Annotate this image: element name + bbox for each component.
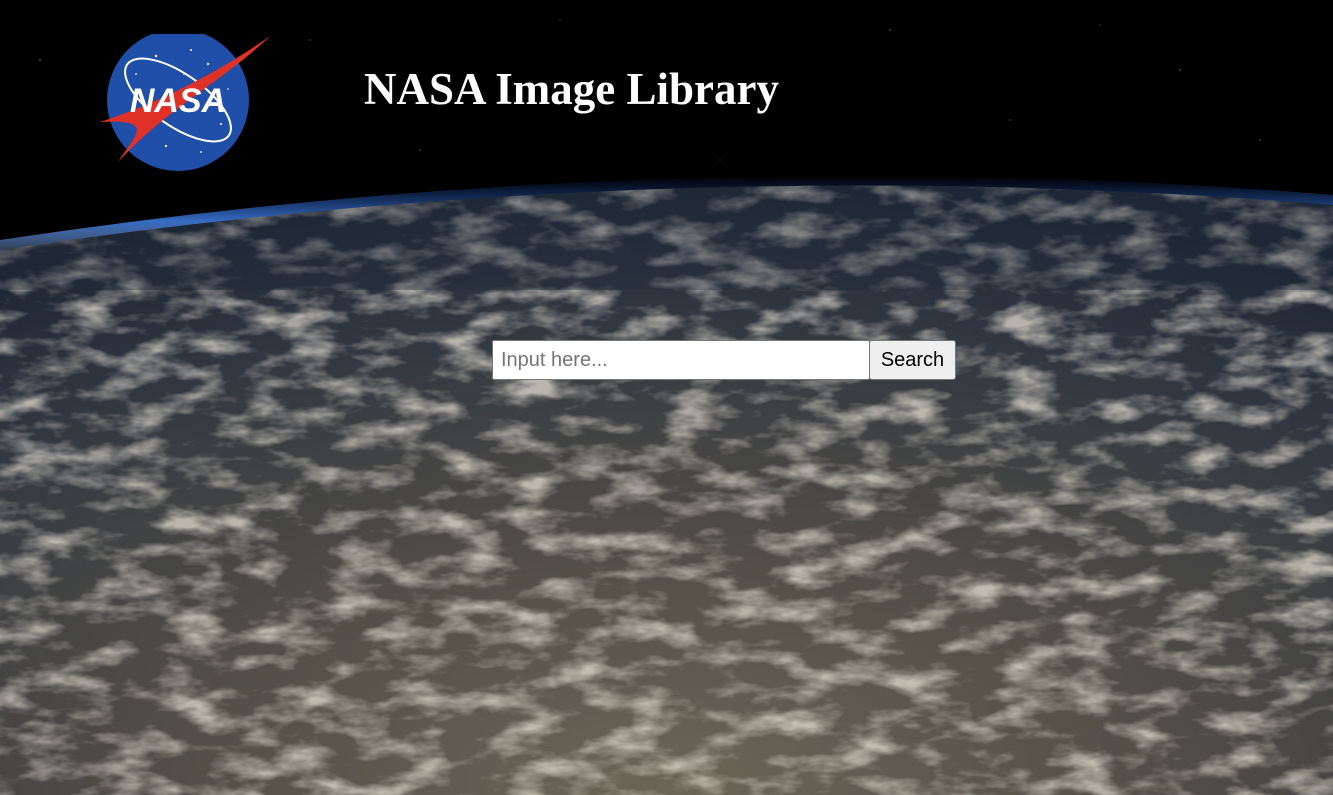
search-form: Search — [492, 340, 956, 380]
page: NASA NASA Image Library Search — [0, 0, 1333, 795]
nasa-logo: NASA — [100, 34, 270, 171]
logo-text: NASA — [130, 82, 226, 120]
search-button[interactable]: Search — [869, 340, 956, 380]
page-title: NASA Image Library — [364, 64, 779, 114]
search-input[interactable] — [492, 340, 870, 380]
